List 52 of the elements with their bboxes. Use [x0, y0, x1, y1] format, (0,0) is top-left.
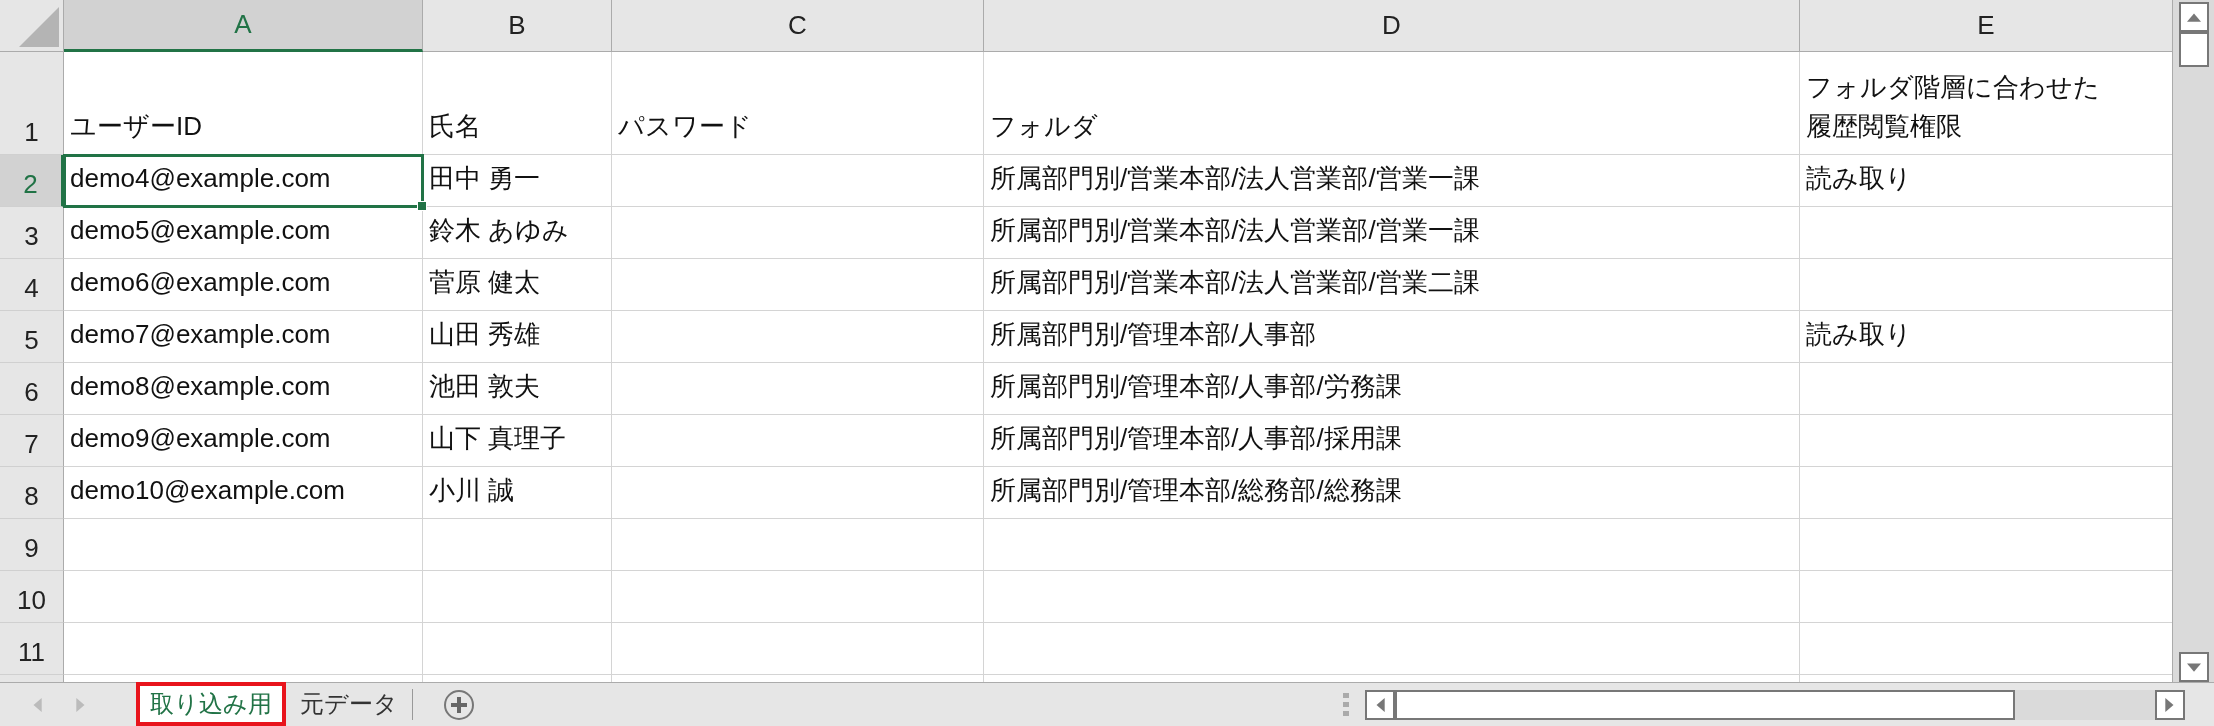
- scroll-right-button[interactable]: [2155, 689, 2185, 720]
- fill-handle[interactable]: [417, 201, 427, 211]
- table-cell: 菅原 健太: [423, 259, 612, 311]
- table-cell: パスワード: [612, 52, 984, 155]
- table-cell: demo9@example.com: [64, 415, 423, 467]
- table-cell: 鈴木 あゆみ: [423, 207, 612, 259]
- row-header[interactable]: 11: [0, 623, 64, 675]
- column-header[interactable]: C: [612, 0, 984, 52]
- scroll-left-button[interactable]: [1365, 689, 1395, 720]
- column-header[interactable]: A: [64, 0, 423, 52]
- table-cell: 所属部門別/管理本部/人事部: [984, 311, 1800, 363]
- row-header[interactable]: 7: [0, 415, 64, 467]
- table-cell: 所属部門別/管理本部/人事部/労務課: [984, 363, 1800, 415]
- table-cell: 山田 秀雄: [423, 311, 612, 363]
- row-header[interactable]: 8: [0, 467, 64, 519]
- table-cell: 所属部門別/営業本部/法人営業部/営業一課: [984, 155, 1800, 207]
- table-cell: 所属部門別/管理本部/総務部/総務課: [984, 467, 1800, 519]
- sheet-tab[interactable]: 元データ: [286, 682, 412, 726]
- table-cell: demo10@example.com: [64, 467, 423, 519]
- row-header[interactable]: 1: [0, 52, 64, 155]
- active-cell[interactable]: demo4@example.com: [64, 155, 423, 207]
- table-cell: ユーザーID: [64, 52, 423, 155]
- table-cell: demo7@example.com: [64, 311, 423, 363]
- row-header[interactable]: 3: [0, 207, 64, 259]
- table-cell: 所属部門別/営業本部/法人営業部/営業一課: [984, 207, 1800, 259]
- table-cell: demo5@example.com: [64, 207, 423, 259]
- scroll-up-button[interactable]: [2178, 2, 2209, 32]
- scroll-down-button[interactable]: [2178, 652, 2209, 682]
- column-header[interactable]: D: [984, 0, 1800, 52]
- table-cell: 池田 敦夫: [423, 363, 612, 415]
- table-cell: 所属部門別/管理本部/人事部/採用課: [984, 415, 1800, 467]
- table-cell: フォルダ: [984, 52, 1800, 155]
- row-header[interactable]: 4: [0, 259, 64, 311]
- table-cell: 田中 勇一: [423, 155, 612, 207]
- table-cell: 山下 真理子: [423, 415, 612, 467]
- horizontal-scroll-thumb[interactable]: [1395, 689, 2015, 720]
- table-cell: 所属部門別/営業本部/法人営業部/営業二課: [984, 259, 1800, 311]
- column-header[interactable]: E: [1800, 0, 2172, 52]
- table-cell: 氏名: [423, 52, 612, 155]
- row-header[interactable]: 10: [0, 571, 64, 623]
- row-header[interactable]: 9: [0, 519, 64, 571]
- add-sheet-icon[interactable]: [443, 688, 475, 721]
- vertical-scroll-thumb[interactable]: [2178, 32, 2209, 67]
- column-header[interactable]: B: [423, 0, 612, 52]
- table-cell: demo8@example.com: [64, 363, 423, 415]
- table-cell: 小川 誠: [423, 467, 612, 519]
- row-header[interactable]: 2: [0, 155, 64, 207]
- sheet-tab[interactable]: 取り込み用: [136, 682, 286, 726]
- table-cell: demo6@example.com: [64, 259, 423, 311]
- splitter-dots-icon[interactable]: [1343, 692, 1349, 717]
- row-header[interactable]: 5: [0, 311, 64, 363]
- row-header[interactable]: 6: [0, 363, 64, 415]
